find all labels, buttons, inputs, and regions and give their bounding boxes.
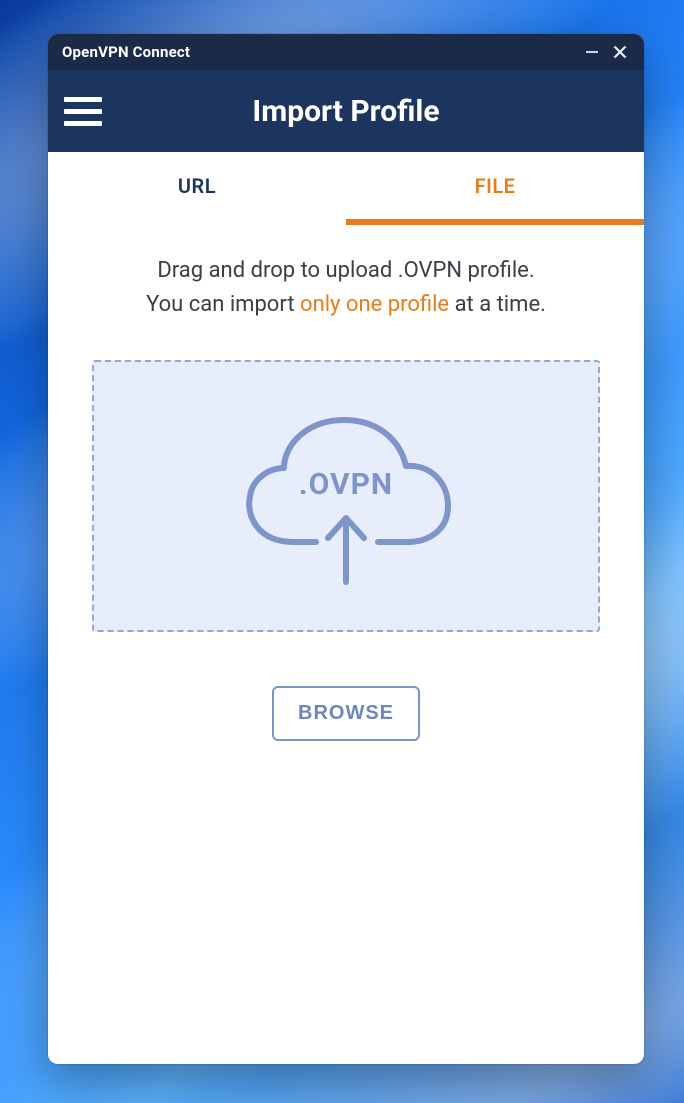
window-titlebar: OpenVPN Connect [48,34,644,70]
page-title: Import Profile [252,94,439,129]
instruction-line-2: You can import only one profile at a tim… [78,288,614,322]
cloud-upload-icon: .OVPN [216,396,476,596]
minimize-button[interactable] [578,38,606,66]
close-button[interactable] [606,38,634,66]
tab-file[interactable]: FILE [346,152,644,225]
app-window: OpenVPN Connect Import Profile URL FILE … [48,34,644,1064]
dropzone[interactable]: .OVPN [92,360,600,632]
tab-bar: URL FILE [48,152,644,226]
close-icon [612,44,628,60]
minimize-icon [584,44,600,60]
instruction-prefix: You can import [146,292,300,317]
cloud-label-text: .OVPN [299,467,393,502]
instruction-suffix: at a time. [449,292,546,317]
app-header: Import Profile [48,70,644,152]
window-title: OpenVPN Connect [62,43,190,61]
menu-button[interactable] [64,89,108,133]
instruction-highlight: only one profile [300,292,449,317]
tab-url[interactable]: URL [48,152,346,225]
instruction-line-1: Drag and drop to upload .OVPN profile. [78,254,614,288]
content-area: Drag and drop to upload .OVPN profile. Y… [48,226,644,741]
browse-button[interactable]: BROWSE [272,686,420,741]
hamburger-icon [64,97,102,102]
